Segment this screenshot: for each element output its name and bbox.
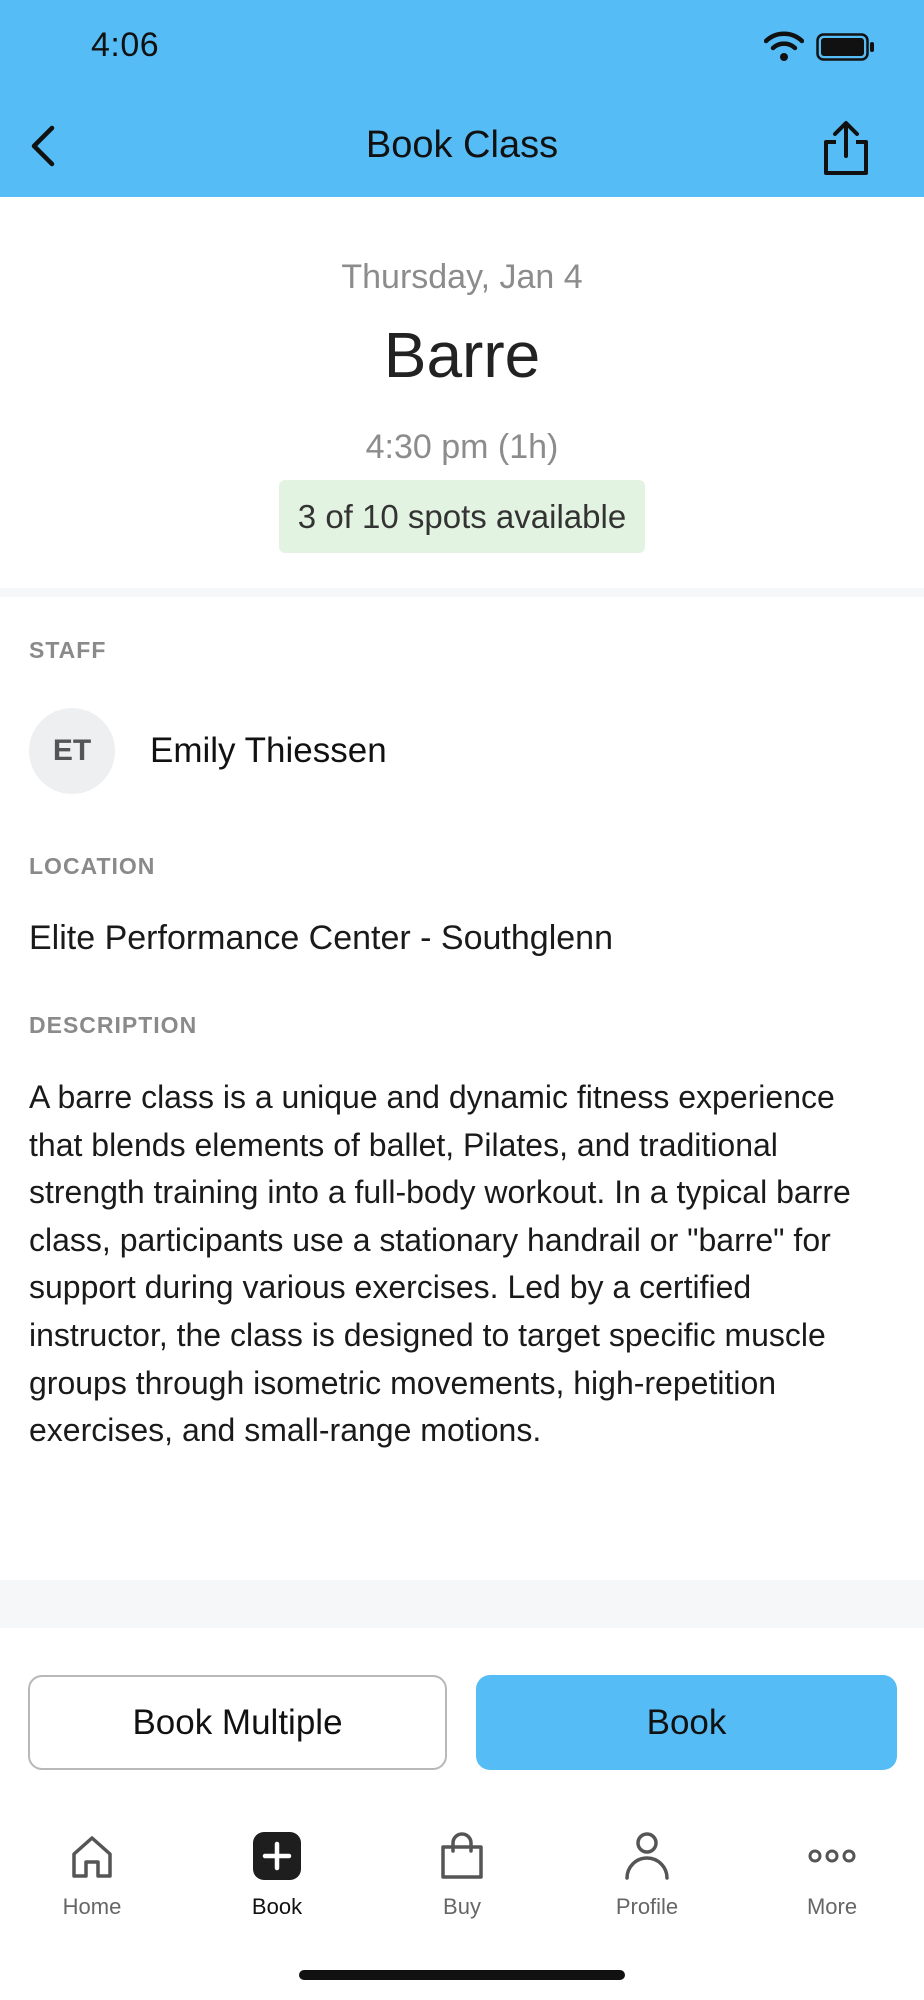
- person-icon: [625, 1832, 669, 1880]
- battery-icon: [816, 33, 874, 61]
- page-title: Book Class: [365, 124, 559, 166]
- wifi-icon: [764, 31, 804, 61]
- tab-profile[interactable]: Profile: [577, 1830, 717, 1930]
- tab-home[interactable]: Home: [22, 1830, 162, 1930]
- tab-buy-label: Buy: [443, 1894, 481, 1919]
- tab-more-label: More: [806, 1894, 858, 1919]
- staff-name[interactable]: Emily Thiessen: [150, 731, 387, 771]
- tab-book-label: Book: [251, 1894, 303, 1919]
- tab-more[interactable]: More: [762, 1830, 902, 1930]
- location-label: LOCATION: [29, 853, 156, 879]
- ellipsis-icon: [808, 1849, 856, 1863]
- tab-home-label: Home: [62, 1894, 122, 1919]
- staff-avatar: ET: [29, 708, 115, 794]
- book-plus-icon: [253, 1832, 301, 1880]
- class-time: 4:30 pm (1h): [365, 428, 559, 466]
- tab-profile-label: Profile: [615, 1894, 679, 1919]
- class-date: Thursday, Jan 4: [341, 258, 583, 296]
- spots-available-badge: 3 of 10 spots available: [279, 480, 645, 553]
- section-divider: [0, 588, 924, 597]
- share-icon: [824, 121, 868, 175]
- share-button[interactable]: [818, 118, 874, 178]
- home-indicator: [299, 1970, 625, 1980]
- section-divider: [0, 1580, 924, 1628]
- book-multiple-button[interactable]: Book Multiple: [28, 1675, 447, 1770]
- location-value: Elite Performance Center - Southglenn: [29, 919, 613, 957]
- status-time: 4:06: [91, 26, 160, 64]
- tab-buy[interactable]: Buy: [392, 1830, 532, 1930]
- class-name: Barre: [383, 319, 541, 391]
- tab-book[interactable]: Book: [207, 1830, 347, 1930]
- staff-label: STAFF: [29, 637, 107, 663]
- shopping-bag-icon: [441, 1832, 483, 1879]
- description-text: A barre class is a unique and dynamic fi…: [29, 1079, 851, 1449]
- home-icon: [72, 1836, 112, 1878]
- book-button[interactable]: Book: [476, 1675, 897, 1770]
- description-label: DESCRIPTION: [29, 1012, 198, 1038]
